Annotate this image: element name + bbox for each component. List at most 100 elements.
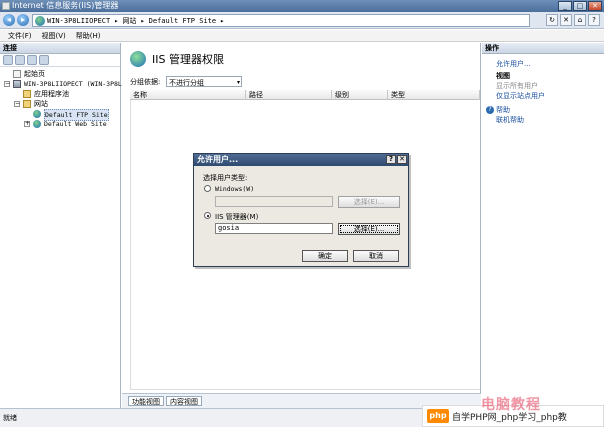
view-section-header: 视图 — [496, 72, 510, 80]
help-icon[interactable]: ? — [588, 14, 600, 26]
disconnect-icon[interactable] — [39, 55, 49, 65]
column-path[interactable]: 路径 — [246, 90, 332, 100]
menu-view[interactable]: 视图(V) — [42, 30, 66, 41]
list-header: 名称 路径 级别 类型 — [130, 90, 480, 100]
address-bar: ◂ ▸ WIN-3P8LIIOPECT ▸ 网站 ▸ Default FTP S… — [0, 12, 604, 29]
actions-panel: 操作 允许用户... 视图 显示所有用户 仅显示站点用户 ? 帮助 联机帮助 — [482, 43, 604, 408]
tree-node[interactable]: − WIN-3P8LIIOPECT (WIN-3P8LI — [0, 79, 126, 89]
tree-node[interactable]: + Default Web Site — [0, 119, 120, 129]
watermark-banner: 电脑教程 php 自学PHP网_php学习_php教 — [422, 397, 604, 427]
tree-node-label[interactable]: WIN-3P8LIIOPECT (WIN-3P8LI — [24, 79, 126, 89]
close-window-button[interactable]: ✕ — [588, 1, 602, 11]
globe-icon — [33, 120, 41, 128]
stop-icon[interactable]: ✕ — [560, 14, 572, 26]
breadcrumb-sep-3: ▸ — [220, 16, 225, 25]
windows-radio[interactable] — [204, 185, 211, 192]
window-title: Internet 信息服务(IIS)管理器 — [12, 1, 119, 10]
chevron-down-icon: ▾ — [236, 79, 240, 86]
dialog-title-buttons: ? ✕ — [386, 155, 407, 164]
connections-panel: 连接 起始页 − WIN-3P8LIIOPECT (WIN-3P8LI 应用程序池 − 网… — [0, 43, 126, 408]
allow-users-dialog: 允许用户... ? ✕ 选择用户类型: Windows(W) 选择(E)... … — [193, 153, 409, 267]
save-icon[interactable] — [15, 55, 25, 65]
group-by-select[interactable]: 不进行分组 ▾ — [166, 76, 242, 87]
expand-icon[interactable]: + — [24, 121, 30, 127]
minimize-button[interactable]: _ — [558, 1, 572, 11]
page-icon — [13, 70, 21, 78]
allow-users-link[interactable]: 允许用户... — [482, 59, 604, 69]
connections-toolbar — [0, 54, 120, 67]
address-tools: ↻ ✕ ⌂ ? — [546, 14, 600, 26]
group-by-value: 不进行分组 — [169, 79, 204, 87]
breadcrumb-ftp-site[interactable]: Default FTP Site — [149, 17, 216, 25]
tree-node[interactable]: Default FTP Site — [0, 109, 120, 121]
forward-arrow-icon[interactable]: ▸ — [17, 14, 29, 26]
group-by-label: 分组依据: — [130, 78, 161, 86]
breadcrumb-sep-1: ▸ — [114, 16, 119, 25]
actions-title: 操作 — [482, 43, 604, 54]
iis-manager-radio[interactable] — [204, 212, 211, 219]
tree-node-label[interactable]: 应用程序池 — [34, 89, 69, 99]
group-by-bar: 分组依据: 不进行分组 ▾ — [130, 76, 480, 88]
breadcrumb-server[interactable]: WIN-3P8LIIOPECT — [47, 17, 110, 25]
select-iis-user-button[interactable]: 选择(E)... — [338, 223, 400, 235]
select-windows-user-button[interactable]: 选择(E)... — [338, 196, 400, 208]
window-title-bar: Internet 信息服务(IIS)管理器 _ □ ✕ — [0, 0, 604, 12]
tree-node[interactable]: 起始页 — [0, 69, 120, 79]
page-title: IIS 管理器权限 — [152, 53, 224, 66]
dialog-title-bar: 允许用户... ? ✕ — [194, 154, 408, 166]
breadcrumb-sites[interactable]: 网站 — [122, 16, 136, 26]
dialog-title: 允许用户... — [197, 155, 239, 164]
watermark-ghost-text: 电脑教程 — [481, 397, 541, 413]
tree-node-label[interactable]: 网站 — [34, 99, 48, 109]
window-controls: _ □ ✕ — [558, 1, 602, 11]
ok-button[interactable]: 确定 — [302, 250, 348, 262]
iis-option-label[interactable]: IIS 管理器(M) — [215, 212, 258, 222]
status-text: 就绪 — [3, 414, 17, 422]
dialog-close-button[interactable]: ✕ — [397, 155, 407, 164]
globe-icon — [35, 16, 45, 26]
menu-file[interactable]: 文件(F) — [8, 30, 32, 41]
folder-icon — [23, 100, 31, 108]
folder-up-icon[interactable] — [27, 55, 37, 65]
help-link[interactable]: 帮助 — [482, 105, 604, 115]
menu-help[interactable]: 帮助(H) — [76, 30, 101, 41]
tree-node[interactable]: 应用程序池 — [0, 89, 120, 99]
tree-node[interactable]: − 网站 — [0, 99, 120, 109]
page-header: IIS 管理器权限 — [130, 51, 224, 67]
site-globe-icon — [130, 51, 146, 67]
column-name[interactable]: 名称 — [130, 90, 246, 100]
back-arrow-icon[interactable]: ◂ — [3, 14, 15, 26]
online-help-link[interactable]: 联机帮助 — [482, 115, 604, 125]
user-type-label: 选择用户类型: — [203, 174, 248, 182]
collapse-icon[interactable]: − — [4, 81, 10, 87]
show-all-users-link[interactable]: 显示所有用户 — [482, 81, 604, 91]
cancel-button[interactable]: 取消 — [353, 250, 399, 262]
home-icon[interactable]: ⌂ — [574, 14, 586, 26]
help-icon: ? — [486, 106, 494, 114]
column-level[interactable]: 级别 — [332, 90, 388, 100]
breadcrumb[interactable]: WIN-3P8LIIOPECT ▸ 网站 ▸ Default FTP Site … — [32, 14, 530, 27]
php-logo: php — [427, 409, 449, 423]
refresh-icon[interactable]: ↻ — [546, 14, 558, 26]
windows-option-label[interactable]: Windows(W) — [215, 185, 254, 193]
dialog-help-button[interactable]: ? — [386, 155, 396, 164]
show-site-users-link[interactable]: 仅显示站点用户 — [482, 91, 604, 101]
folder-icon — [23, 90, 31, 98]
server-icon — [13, 80, 21, 88]
breadcrumb-sep-2: ▸ — [140, 16, 145, 25]
connections-tree: 起始页 − WIN-3P8LIIOPECT (WIN-3P8LI 应用程序池 − 网站 De… — [0, 67, 126, 129]
connect-icon[interactable] — [3, 55, 13, 65]
iis-user-field[interactable]: gosia — [215, 223, 333, 234]
tab-features-view[interactable]: 功能视图 — [128, 396, 164, 406]
connections-title: 连接 — [0, 43, 120, 54]
collapse-icon[interactable]: − — [14, 101, 20, 107]
tree-node-label[interactable]: 起始页 — [24, 69, 45, 79]
windows-user-field[interactable] — [215, 196, 333, 207]
tab-content-view[interactable]: 内容视图 — [166, 396, 202, 406]
column-type[interactable]: 类型 — [388, 90, 480, 100]
iis-app-icon — [2, 2, 10, 10]
tree-node-label[interactable]: Default Web Site — [44, 119, 107, 129]
menu-bar: 文件(F) 视图(V) 帮助(H) — [0, 30, 604, 42]
maximize-button[interactable]: □ — [573, 1, 587, 11]
globe-icon — [33, 110, 41, 118]
